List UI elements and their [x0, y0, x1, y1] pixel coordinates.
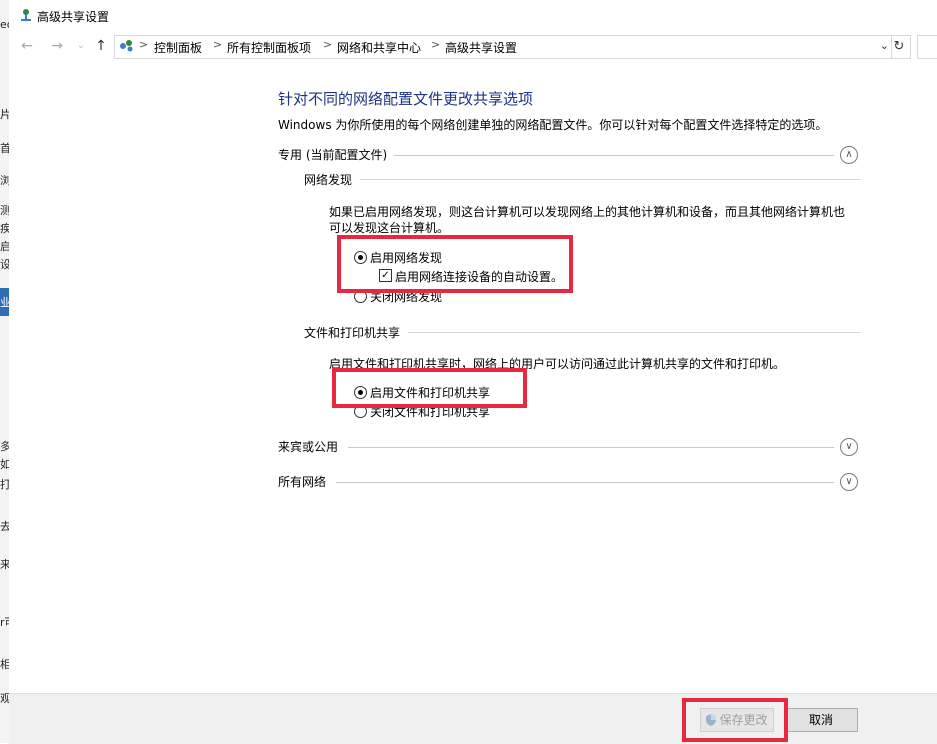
highlight-box-file-sharing	[332, 368, 527, 408]
bg-fragment: 业	[0, 296, 9, 309]
divider	[408, 332, 860, 333]
forward-arrow-icon[interactable]: →	[47, 37, 67, 55]
address-bar[interactable]: > 控制面板 > 所有控制面板项 > 网络和共享中心 > 高级共享设置 ⌄	[114, 35, 892, 59]
network-discovery-header: 网络发现	[304, 171, 860, 189]
breadcrumb-control-panel[interactable]: 控制面板	[154, 39, 202, 56]
page-title: 针对不同的网络配置文件更改共享选项	[278, 90, 534, 108]
bg-fragment: eo	[0, 18, 9, 31]
search-input[interactable]	[917, 35, 937, 59]
network-discovery-title: 网络发现	[304, 173, 353, 187]
section-all-networks[interactable]: 所有网络 ∨	[278, 473, 860, 493]
bg-fragment: 如	[0, 458, 9, 471]
cancel-button[interactable]: 取消	[784, 708, 858, 732]
breadcrumb-separator: >	[431, 38, 441, 51]
breadcrumb-network-center[interactable]: 网络和共享中心	[337, 39, 421, 56]
sharing-settings-window: 高级共享设置 ← → ⌄ ↑ > 控制面板 > 所有控制面板项 > 网络和共享中…	[9, 0, 937, 744]
navigation-bar: ← → ⌄ ↑ > 控制面板 > 所有控制面板项 > 网络和共享中心 > 高级共…	[9, 32, 937, 60]
bg-fragment: 浏	[0, 174, 9, 187]
chevron-down-icon[interactable]: ∨	[840, 473, 858, 491]
breadcrumb-advanced-sharing[interactable]: 高级共享设置	[445, 39, 517, 56]
bg-fragment: 去	[0, 520, 9, 533]
network-icon	[21, 9, 31, 21]
breadcrumb-all-items[interactable]: 所有控制面板项	[227, 39, 311, 56]
network-discovery-text: 如果已启用网络发现，则这台计算机可以发现网络上的其他计算机和设备，而且其他网络计…	[329, 205, 846, 235]
up-arrow-icon[interactable]: ↑	[91, 37, 111, 55]
bg-fragment: 打	[0, 478, 9, 491]
bg-fragment: 来	[0, 558, 9, 571]
chevron-up-icon[interactable]: ∧	[840, 146, 858, 164]
bg-fragment: 相	[0, 658, 9, 671]
control-panel-icon	[120, 40, 133, 52]
back-arrow-icon[interactable]: ←	[17, 37, 37, 55]
file-sharing-header: 文件和打印机共享	[304, 324, 860, 342]
bg-fragment: 测	[0, 204, 9, 217]
refresh-icon[interactable]: ↻	[888, 35, 911, 59]
section-all-networks-label: 所有网络	[278, 475, 327, 489]
footer-bar: 保存更改 取消	[9, 693, 937, 744]
section-guest-public-label: 来宾或公用	[278, 440, 339, 454]
bg-fragment: r可	[0, 616, 9, 629]
window-title: 高级共享设置	[37, 10, 110, 24]
bg-fragment: 片	[0, 108, 9, 121]
bg-fragment: 首	[0, 142, 9, 155]
breadcrumb-separator: >	[139, 38, 149, 51]
divider	[336, 482, 834, 483]
highlight-box-save	[682, 698, 788, 742]
breadcrumb-separator: >	[213, 38, 223, 51]
bg-fragment: 多	[0, 440, 9, 453]
breadcrumb-separator: >	[323, 38, 333, 51]
section-private-profile-label: 专用 (当前配置文件)	[278, 148, 388, 162]
divider	[394, 155, 834, 156]
bg-fragment: 观	[0, 692, 9, 705]
divider	[348, 447, 834, 448]
bg-fragment: 启	[0, 240, 9, 253]
highlight-box-network-discovery	[337, 235, 573, 293]
file-sharing-title: 文件和打印机共享	[304, 326, 401, 340]
main-content: 针对不同的网络配置文件更改共享选项 Windows 为你所使用的每个网络创建单独…	[9, 60, 937, 693]
section-private-profile[interactable]: 专用 (当前配置文件) ∧	[278, 146, 860, 166]
divider	[360, 179, 860, 180]
page-description: Windows 为你所使用的每个网络创建单独的网络配置文件。你可以针对每个配置文…	[278, 118, 828, 132]
recent-locations-chevron-icon[interactable]: ⌄	[71, 37, 91, 55]
bg-fragment: 疾	[0, 222, 9, 235]
bg-fragment: 设	[0, 258, 9, 271]
title-bar[interactable]: 高级共享设置	[9, 0, 937, 31]
section-guest-public[interactable]: 来宾或公用 ∨	[278, 438, 860, 458]
chevron-down-icon[interactable]: ∨	[840, 438, 858, 456]
